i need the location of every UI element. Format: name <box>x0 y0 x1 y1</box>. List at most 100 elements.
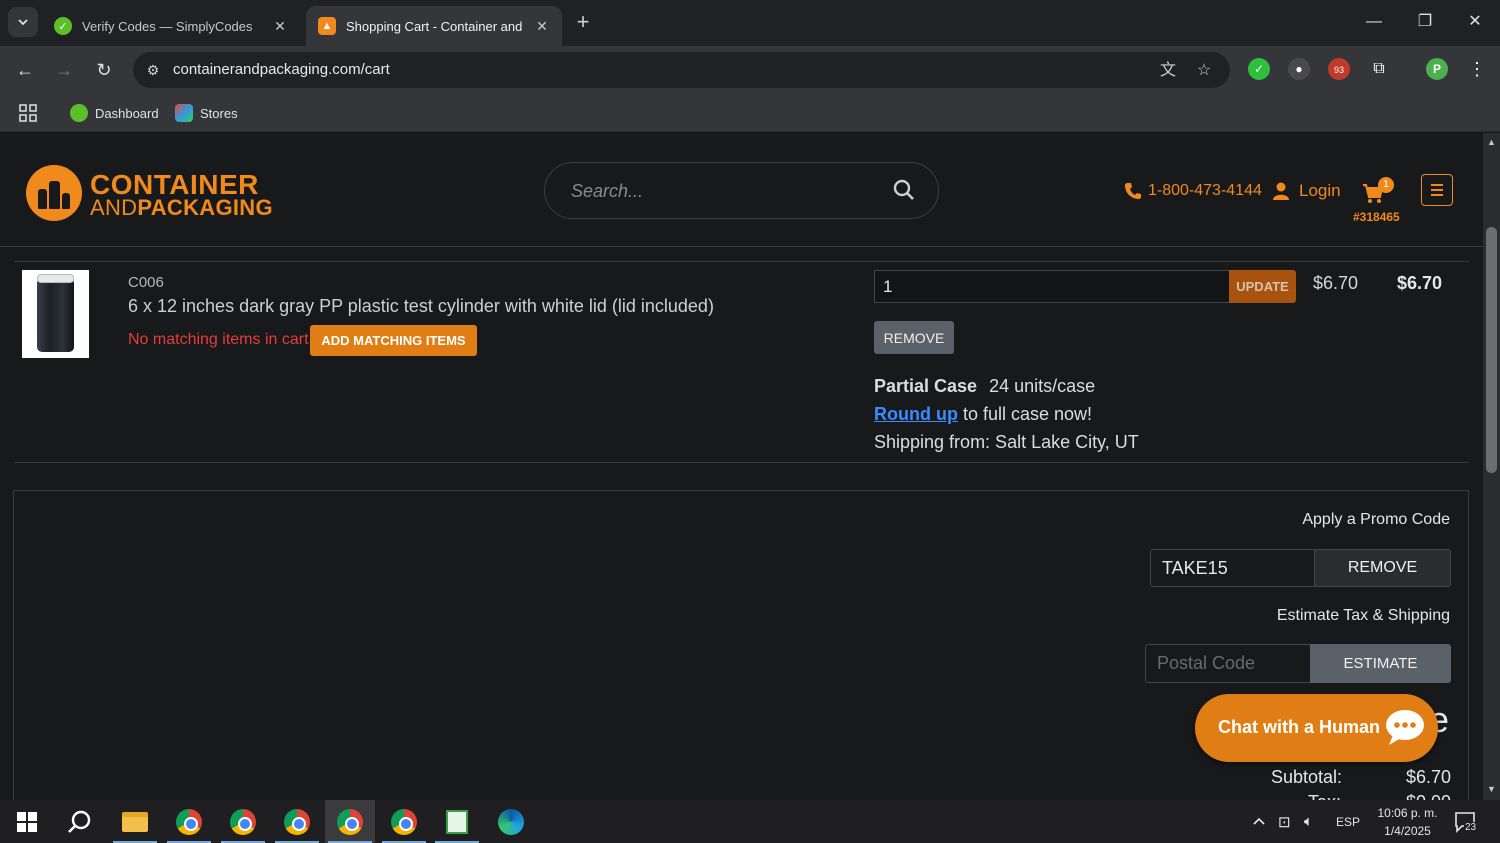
search-icon[interactable] <box>892 178 916 202</box>
chrome-taskbar-2[interactable] <box>218 800 268 843</box>
reload-button[interactable]: ↻ <box>90 56 118 84</box>
scrollbar-thumb[interactable] <box>1486 227 1497 473</box>
site-search <box>544 162 939 219</box>
profile-avatar[interactable]: P <box>1426 58 1448 80</box>
add-matching-items-button[interactable]: ADD MATCHING ITEMS <box>310 325 477 356</box>
logo-text-line2: ANDPACKAGING <box>90 195 273 220</box>
edge-taskbar[interactable] <box>486 800 536 843</box>
address-bar[interactable]: ⚙ containerandpackaging.com/cart 文 ☆ <box>133 52 1230 88</box>
check-extension-icon[interactable]: ✓ <box>1248 58 1270 80</box>
login-link[interactable]: Login <box>1273 181 1341 201</box>
partial-case-info: Partial Case 24 units/case <box>874 376 1095 397</box>
update-quantity-button[interactable]: UPDATE <box>1229 270 1296 303</box>
cylinder-image <box>37 278 74 352</box>
scroll-up-arrow-icon[interactable]: ▲ <box>1487 137 1496 147</box>
browser-tabstrip: ✓ Verify Codes — SimplyCodes ✕ ▲ Shoppin… <box>0 0 1500 46</box>
volume-icon[interactable]: 🔈︎ <box>1304 800 1313 843</box>
page-scrollbar[interactable]: ▲ ▼ <box>1483 133 1500 800</box>
unit-price: $6.70 <box>1313 273 1359 293</box>
tab-verify-codes[interactable]: ✓ Verify Codes — SimplyCodes ✕ <box>42 6 300 46</box>
search-input[interactable] <box>571 177 871 205</box>
chevron-down-icon <box>18 19 28 26</box>
chrome-icon <box>176 808 202 835</box>
remove-promo-button[interactable]: REMOVE <box>1314 549 1451 587</box>
site-logo[interactable]: CONTAINER ANDPACKAGING <box>26 165 273 223</box>
tab-title: Verify Codes — SimplyCodes <box>82 18 253 34</box>
round-up-line: Round up to full case now! <box>874 404 1092 425</box>
chrome-taskbar-5[interactable] <box>379 800 429 843</box>
phone-link[interactable]: 1-800-473-4144 <box>1124 182 1262 200</box>
chevron-up-icon <box>1253 817 1265 825</box>
start-button[interactable] <box>2 800 52 843</box>
bookmark-dashboard[interactable]: Dashboard <box>70 101 159 125</box>
scroll-down-arrow-icon[interactable]: ▼ <box>1487 784 1496 794</box>
search-icon <box>68 810 91 833</box>
close-tab-icon[interactable]: ✕ <box>272 18 288 35</box>
chrome-taskbar-1[interactable] <box>164 800 214 843</box>
bookmark-label: Dashboard <box>95 105 159 121</box>
round-up-link[interactable]: Round up <box>874 404 958 424</box>
remove-item-button[interactable]: REMOVE <box>874 321 954 354</box>
browser-toolbar: ← → ↻ ⚙ containerandpackaging.com/cart 文… <box>0 46 1500 94</box>
divider <box>14 462 1469 463</box>
container-packaging-favicon-icon: ▲ <box>318 17 336 35</box>
chrome-taskbar-3[interactable] <box>272 800 322 843</box>
phone-icon <box>1125 183 1141 199</box>
show-hidden-icons-button[interactable] <box>1252 800 1266 843</box>
product-image[interactable] <box>22 270 89 358</box>
hamburger-menu-button[interactable] <box>1421 174 1453 206</box>
tab-shopping-cart[interactable]: ▲ Shopping Cart - Container and ✕ <box>306 6 562 46</box>
kebab-menu-icon[interactable]: ⋮ <box>1466 58 1488 80</box>
close-tab-icon[interactable]: ✕ <box>534 18 550 35</box>
back-button[interactable]: ← <box>11 56 39 84</box>
tax-label: Tax: <box>1308 792 1341 800</box>
puzzle-extensions-icon[interactable]: ⧉ <box>1368 58 1390 80</box>
apps-grid-icon[interactable] <box>18 101 38 125</box>
translate-icon[interactable]: 文 <box>1157 60 1179 82</box>
url-text[interactable]: containerandpackaging.com/cart <box>173 61 390 78</box>
quantity-input[interactable] <box>874 270 1230 303</box>
system-clock[interactable]: 10:06 p. m. 1/4/2025 <box>1370 804 1445 840</box>
minimize-button[interactable]: — <box>1357 8 1391 36</box>
chat-with-human-button[interactable]: Chat with a Human <box>1195 694 1438 762</box>
round-up-text: to full case now! <box>957 404 1093 424</box>
windows-logo-icon <box>17 811 37 832</box>
shipping-from: Shipping from: Salt Lake City, UT <box>874 432 1139 452</box>
bookmark-label: Stores <box>200 105 238 121</box>
tab-search-button[interactable] <box>8 7 38 37</box>
estimate-button[interactable]: ESTIMATE <box>1310 644 1451 683</box>
chrome-taskbar-4[interactable] <box>325 800 375 843</box>
postal-code-input[interactable] <box>1145 644 1311 683</box>
site-header: CONTAINER ANDPACKAGING 1-800-473-4144 Lo… <box>0 133 1483 247</box>
notepad-taskbar[interactable] <box>432 800 482 843</box>
cart-button[interactable]: 1 <box>1362 177 1402 209</box>
notification-center-button[interactable]: 23 <box>1454 800 1478 843</box>
divider <box>14 261 1469 262</box>
line-total: $6.70 <box>1397 273 1443 293</box>
site-info-icon[interactable]: ⚙ <box>143 60 163 80</box>
cylinder-lid-image <box>37 274 74 283</box>
close-window-button[interactable]: ✕ <box>1458 8 1492 36</box>
forward-button[interactable]: → <box>50 56 78 84</box>
chat-bubble-icon <box>1386 710 1424 745</box>
promo-code-input[interactable] <box>1150 549 1315 587</box>
chrome-icon <box>337 808 363 835</box>
bookmark-stores[interactable]: Stores <box>175 101 238 125</box>
file-explorer-button[interactable] <box>110 800 160 843</box>
extension-icon[interactable]: ● <box>1288 58 1310 80</box>
extension-badge-count: 93 <box>1333 65 1344 75</box>
folder-icon <box>122 811 148 832</box>
stores-icon <box>175 104 193 122</box>
new-tab-button[interactable]: + <box>570 10 596 36</box>
bookmark-star-icon[interactable]: ☆ <box>1193 60 1215 82</box>
taskbar-search-button[interactable] <box>55 800 105 843</box>
product-name-link[interactable]: 6 x 12 inches dark gray PP plastic test … <box>128 296 714 317</box>
network-icon[interactable]: ⊡ <box>1278 800 1291 843</box>
extension-badge-icon[interactable]: 93 <box>1328 58 1350 80</box>
restore-button[interactable]: ❐ <box>1408 8 1442 36</box>
chrome-icon <box>284 808 310 835</box>
subtotal-label: Subtotal: <box>1271 767 1343 787</box>
product-sku: C006 <box>128 274 164 291</box>
user-icon <box>1273 182 1289 200</box>
language-indicator[interactable]: ESP <box>1336 800 1360 843</box>
